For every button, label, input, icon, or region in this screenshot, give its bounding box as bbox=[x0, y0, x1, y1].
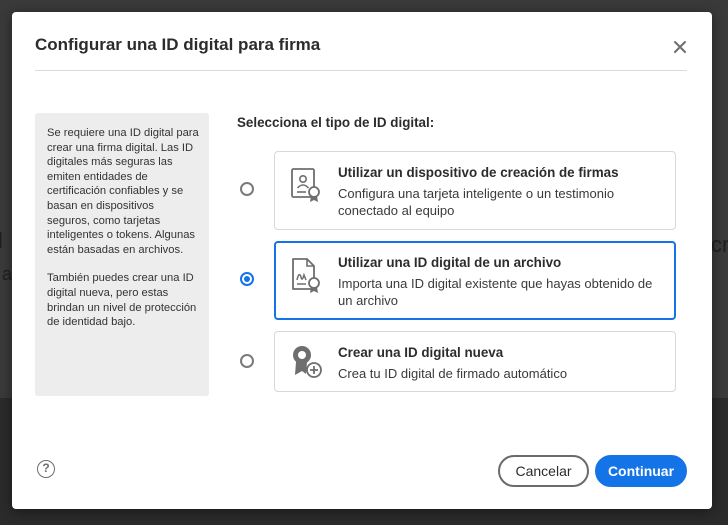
title-divider bbox=[35, 70, 687, 71]
radio-signature-device[interactable] bbox=[240, 182, 254, 196]
option-title: Utilizar un dispositivo de creación de f… bbox=[338, 165, 619, 180]
option-title: Utilizar una ID digital de un archivo bbox=[338, 255, 562, 270]
info-panel: Se requiere una ID digital para crear un… bbox=[35, 113, 209, 396]
help-icon: ? bbox=[42, 461, 50, 475]
close-button[interactable] bbox=[669, 36, 691, 58]
close-icon bbox=[674, 41, 686, 53]
background-text: a bbox=[2, 264, 13, 284]
option-title: Crear una ID digital nueva bbox=[338, 345, 504, 360]
dialog-title: Configurar una ID digital para firma bbox=[35, 35, 321, 54]
info-paragraph: Se requiere una ID digital para crear un… bbox=[47, 127, 199, 256]
info-paragraph: También puedes crear una ID digital nuev… bbox=[47, 272, 197, 329]
option-description: Configura una tarjeta inteligente o un t… bbox=[338, 186, 615, 218]
background-text: l bbox=[0, 228, 3, 253]
background-text: cr bbox=[711, 232, 728, 257]
signature-device-icon bbox=[291, 168, 320, 202]
radio-new-id[interactable] bbox=[240, 354, 254, 368]
option-signature-device[interactable]: Utilizar un dispositivo de creación de f… bbox=[274, 151, 676, 230]
certificate-file-icon bbox=[292, 258, 320, 293]
option-description: Importa una ID digital existente que hay… bbox=[338, 276, 653, 308]
help-button[interactable]: ? bbox=[37, 460, 55, 478]
digital-id-dialog: Configurar una ID digital para firma Se … bbox=[12, 12, 712, 509]
radio-file-id[interactable] bbox=[240, 272, 254, 286]
new-digital-id-icon bbox=[293, 346, 322, 378]
cancel-button[interactable]: Cancelar bbox=[498, 455, 589, 487]
option-file-id[interactable]: Utilizar una ID digital de un archivo Im… bbox=[274, 241, 676, 320]
option-new-id[interactable]: Crear una ID digital nueva Crea tu ID di… bbox=[274, 331, 676, 392]
continue-button[interactable]: Continuar bbox=[595, 455, 687, 487]
select-type-label: Selecciona el tipo de ID digital: bbox=[237, 115, 435, 130]
option-description: Crea tu ID digital de firmado automático bbox=[338, 366, 568, 381]
